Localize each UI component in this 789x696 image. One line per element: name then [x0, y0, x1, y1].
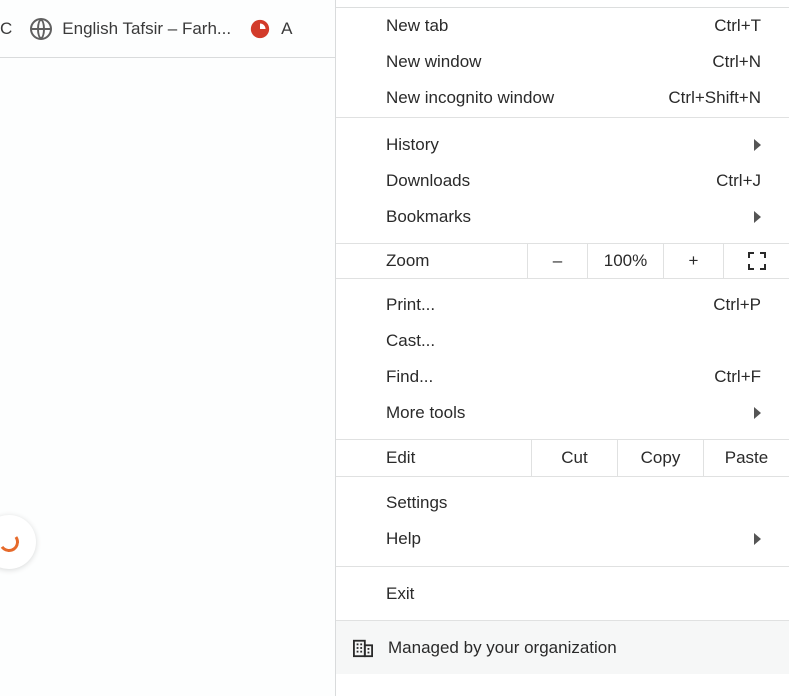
bookmark-item-fragment[interactable]: C — [0, 19, 12, 39]
menu-label: Help — [386, 529, 750, 549]
bookmark-label: C — [0, 19, 12, 39]
menu-item-cast[interactable]: Cast... — [336, 323, 789, 359]
menu-item-managed-by-org[interactable]: Managed by your organization — [336, 620, 789, 674]
menu-shortcut: Ctrl+J — [716, 171, 761, 191]
menu-label: Exit — [386, 584, 761, 604]
submenu-arrow-icon — [754, 533, 761, 545]
submenu-arrow-icon — [754, 211, 761, 223]
menu-item-downloads[interactable]: Downloads Ctrl+J — [336, 163, 789, 199]
zoom-out-button[interactable]: – — [527, 244, 587, 278]
spinner-icon — [0, 530, 21, 553]
menu-shortcut: Ctrl+Shift+N — [668, 88, 761, 108]
floating-action-button[interactable] — [0, 515, 36, 569]
menu-item-edit: Edit Cut Copy Paste — [336, 439, 789, 477]
browser-menu: New tab Ctrl+T New window Ctrl+N New inc… — [335, 0, 789, 696]
menu-shortcut: Ctrl+P — [713, 295, 761, 315]
menu-item-new-tab[interactable]: New tab Ctrl+T — [336, 8, 789, 44]
menu-item-settings[interactable]: Settings — [336, 485, 789, 521]
edit-label: Edit — [336, 448, 531, 468]
menu-shortcut: Ctrl+N — [712, 52, 761, 72]
menu-label: New window — [386, 52, 712, 72]
zoom-label: Zoom — [336, 251, 527, 271]
menu-item-bookmarks[interactable]: Bookmarks — [336, 199, 789, 235]
menu-item-print[interactable]: Print... Ctrl+P — [336, 287, 789, 323]
minus-icon: – — [553, 251, 562, 271]
edit-paste-button[interactable]: Paste — [703, 440, 789, 476]
menu-label: More tools — [386, 403, 750, 423]
fullscreen-icon — [748, 252, 766, 270]
app-icon — [249, 18, 271, 40]
menu-label: Find... — [386, 367, 714, 387]
building-icon — [352, 638, 374, 658]
menu-item-find[interactable]: Find... Ctrl+F — [336, 359, 789, 395]
menu-separator — [336, 117, 789, 118]
submenu-arrow-icon — [754, 139, 761, 151]
zoom-value: 100% — [587, 244, 663, 278]
menu-item-exit[interactable]: Exit — [336, 576, 789, 612]
menu-shortcut: Ctrl+F — [714, 367, 761, 387]
edit-copy-button[interactable]: Copy — [617, 440, 703, 476]
menu-item-help[interactable]: Help — [336, 521, 789, 557]
menu-label: Settings — [386, 493, 761, 513]
edit-cut-button[interactable]: Cut — [531, 440, 617, 476]
menu-item-new-window[interactable]: New window Ctrl+N — [336, 44, 789, 80]
menu-label: Cast... — [386, 331, 761, 351]
bookmark-label: English Tafsir – Farh... — [62, 19, 231, 39]
menu-item-new-incognito[interactable]: New incognito window Ctrl+Shift+N — [336, 80, 789, 116]
globe-icon — [30, 18, 52, 40]
fullscreen-button[interactable] — [723, 244, 789, 278]
menu-label: Downloads — [386, 171, 716, 191]
menu-item-more-tools[interactable]: More tools — [336, 395, 789, 431]
bookmark-item-a[interactable]: A — [249, 18, 292, 40]
menu-label: New incognito window — [386, 88, 668, 108]
menu-label: History — [386, 135, 750, 155]
bookmark-label: A — [281, 19, 292, 39]
menu-item-history[interactable]: History — [336, 127, 789, 163]
menu-label: Bookmarks — [386, 207, 750, 227]
menu-label: New tab — [386, 16, 714, 36]
menu-separator — [336, 566, 789, 567]
managed-label: Managed by your organization — [388, 638, 617, 658]
bookmark-item-english-tafsir[interactable]: English Tafsir – Farh... — [30, 18, 231, 40]
menu-item-zoom: Zoom – 100% + — [336, 243, 789, 279]
menu-shortcut: Ctrl+T — [714, 16, 761, 36]
menu-label: Print... — [386, 295, 713, 315]
submenu-arrow-icon — [754, 407, 761, 419]
plus-icon: + — [689, 251, 699, 271]
zoom-in-button[interactable]: + — [663, 244, 723, 278]
